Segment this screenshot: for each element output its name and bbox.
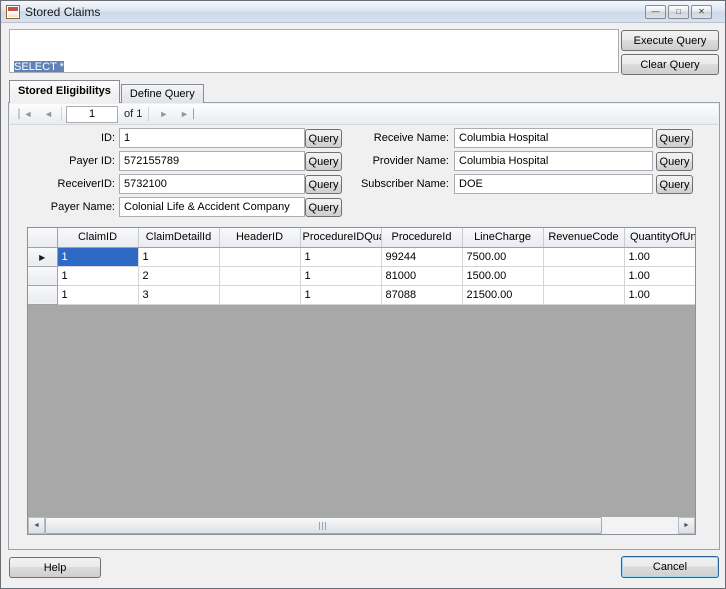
move-first-icon[interactable]: ▏◄ xyxy=(15,106,34,123)
cell[interactable]: 1 xyxy=(300,266,381,285)
cell[interactable]: 1 xyxy=(57,266,138,285)
subscriber-name-query-button[interactable]: Query xyxy=(656,175,693,194)
horizontal-scrollbar[interactable]: ◄ ► xyxy=(28,517,695,534)
receive-name-input[interactable] xyxy=(454,128,653,148)
execute-query-button[interactable]: Execute Query xyxy=(621,30,719,51)
column-header-headerid[interactable]: HeaderID xyxy=(219,228,300,247)
scrollbar-thumb[interactable] xyxy=(45,517,602,534)
claims-data-grid[interactable]: ClaimID ClaimDetailId HeaderID Procedure… xyxy=(27,227,696,535)
cell[interactable] xyxy=(543,247,624,266)
move-previous-icon[interactable]: ◄ xyxy=(38,106,57,123)
subscriber-name-label: Subscriber Name: xyxy=(334,174,449,194)
row-header[interactable] xyxy=(28,285,57,304)
table-row: 1 2 1 81000 1500.00 1.00 xyxy=(28,266,696,285)
record-position-input[interactable] xyxy=(66,106,118,123)
scroll-right-icon[interactable]: ► xyxy=(678,517,695,534)
cell[interactable]: 1.00 xyxy=(624,266,696,285)
restore-icon[interactable]: □ xyxy=(668,5,689,19)
column-header-revenuecode[interactable]: RevenueCode xyxy=(543,228,624,247)
payer-name-query-button[interactable]: Query xyxy=(305,198,342,217)
column-header-procedureid[interactable]: ProcedureId xyxy=(381,228,462,247)
cell[interactable] xyxy=(543,266,624,285)
scroll-left-icon[interactable]: ◄ xyxy=(28,517,45,534)
subscriber-name-input[interactable] xyxy=(454,174,653,194)
cell[interactable]: 1.00 xyxy=(624,247,696,266)
receiver-id-input[interactable] xyxy=(119,174,305,194)
scrollbar-track[interactable] xyxy=(45,517,678,534)
cancel-button[interactable]: Cancel xyxy=(621,556,719,578)
cell[interactable] xyxy=(219,266,300,285)
receive-name-label: Receive Name: xyxy=(334,128,449,148)
provider-name-input[interactable] xyxy=(454,151,653,171)
payer-id-label: Payer ID: xyxy=(9,151,115,171)
cell[interactable]: 1 xyxy=(138,247,219,266)
tab-label: Stored Eligibilitys xyxy=(18,85,111,97)
payer-name-label: Payer Name: xyxy=(9,197,115,217)
record-navigator: ▏◄ ◄ of 1 ► ►▕ xyxy=(10,104,718,125)
window-title: Stored Claims xyxy=(25,5,100,19)
column-header-quantityofunits[interactable]: QuantityOfUni xyxy=(624,228,696,247)
claims-table: ClaimID ClaimDetailId HeaderID Procedure… xyxy=(28,228,696,305)
move-last-icon[interactable]: ►▕ xyxy=(176,106,195,123)
cell[interactable]: 87088 xyxy=(381,285,462,304)
cell[interactable]: 1 xyxy=(57,247,138,266)
corner-header[interactable] xyxy=(28,228,57,247)
payer-name-input[interactable] xyxy=(119,197,305,217)
stored-claims-window: Stored Claims — □ ✕ SELECT * FROM EDI_Cl… xyxy=(0,0,726,589)
id-label: ID: xyxy=(9,128,115,148)
cell[interactable]: 99244 xyxy=(381,247,462,266)
navigator-separator xyxy=(61,107,62,121)
title-bar[interactable]: Stored Claims — □ ✕ xyxy=(1,1,725,23)
sql-selected-text: SELECT * xyxy=(14,61,64,73)
help-button[interactable]: Help xyxy=(9,557,101,578)
id-input[interactable] xyxy=(119,128,305,148)
cell[interactable]: 1 xyxy=(57,285,138,304)
stored-eligibilitys-panel: ▏◄ ◄ of 1 ► ►▕ ID: Query Payer ID: Query… xyxy=(8,102,720,550)
record-count-label: of 1 xyxy=(122,108,144,120)
tab-label: Define Query xyxy=(130,88,195,100)
receiver-id-label: ReceiverID: xyxy=(9,174,115,194)
row-header[interactable] xyxy=(28,266,57,285)
navigator-separator xyxy=(148,107,149,121)
cell[interactable] xyxy=(219,247,300,266)
cell[interactable]: 21500.00 xyxy=(462,285,543,304)
move-next-icon[interactable]: ► xyxy=(153,106,172,123)
row-header[interactable]: ▶ xyxy=(28,247,57,266)
cell[interactable]: 1500.00 xyxy=(462,266,543,285)
payer-id-input[interactable] xyxy=(119,151,305,171)
cell[interactable] xyxy=(543,285,624,304)
window-controls: — □ ✕ xyxy=(645,5,720,19)
column-header-claimdetailid[interactable]: ClaimDetailId xyxy=(138,228,219,247)
cell[interactable]: 1 xyxy=(300,247,381,266)
clear-query-button[interactable]: Clear Query xyxy=(621,54,719,75)
cell[interactable]: 81000 xyxy=(381,266,462,285)
current-row-indicator-icon: ▶ xyxy=(39,253,45,262)
cell[interactable]: 7500.00 xyxy=(462,247,543,266)
column-header-procedureidqualifier[interactable]: ProcedureIDQua xyxy=(300,228,381,247)
scrollbar-grip-icon xyxy=(319,522,328,530)
sql-query-input[interactable]: SELECT * FROM EDI_ClaimStatusHeader xyxy=(9,29,619,73)
close-icon[interactable]: ✕ xyxy=(691,5,712,19)
cell[interactable]: 3 xyxy=(138,285,219,304)
provider-name-label: Provider Name: xyxy=(334,151,449,171)
receive-name-query-button[interactable]: Query xyxy=(656,129,693,148)
cell[interactable]: 2 xyxy=(138,266,219,285)
tab-strip: Stored Eligibilitys Define Query xyxy=(9,80,205,103)
table-row: 1 3 1 87088 21500.00 1.00 xyxy=(28,285,696,304)
column-header-claimid[interactable]: ClaimID xyxy=(57,228,138,247)
tab-define-query[interactable]: Define Query xyxy=(121,84,204,103)
client-area: SELECT * FROM EDI_ClaimStatusHeader Exec… xyxy=(1,23,725,588)
minimize-icon[interactable]: — xyxy=(645,5,666,19)
table-row: ▶ 1 1 1 99244 7500.00 1.00 xyxy=(28,247,696,266)
cell[interactable] xyxy=(219,285,300,304)
cell[interactable]: 1.00 xyxy=(624,285,696,304)
app-icon xyxy=(6,5,20,19)
cell[interactable]: 1 xyxy=(300,285,381,304)
tab-stored-eligibilitys[interactable]: Stored Eligibilitys xyxy=(9,80,120,103)
header-row: ClaimID ClaimDetailId HeaderID Procedure… xyxy=(28,228,696,247)
provider-name-query-button[interactable]: Query xyxy=(656,152,693,171)
column-header-linecharge[interactable]: LineCharge xyxy=(462,228,543,247)
